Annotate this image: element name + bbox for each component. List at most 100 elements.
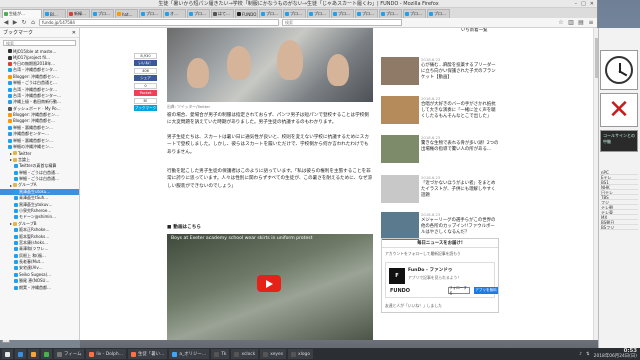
tab[interactable]: 新緑…	[67, 9, 90, 18]
folder-twisty-icon[interactable]: ▸	[10, 151, 12, 156]
like-button[interactable]: いいね！	[134, 60, 157, 66]
hatena-bookmark-button[interactable]: ブックマーク	[134, 105, 157, 111]
tab-favicon-icon	[117, 12, 121, 16]
share-button[interactable]: シェア	[134, 75, 157, 81]
tab-bar: 生徒が… Bl… 新緑… ブロ… hat… ブロ… オ… ブロ… はて… FUNDO… ブロ… ブロ……	[0, 8, 597, 18]
search-input[interactable]: 検索	[282, 19, 402, 26]
tab[interactable]: ブロ…	[307, 9, 330, 18]
article-paragraph-3: 行動を起こした男子生徒の保護者はこのように語っています。「私は彼らの権利を主張す…	[167, 169, 373, 189]
reload-icon[interactable]: ↻	[21, 19, 27, 26]
taskbar-clock[interactable]: 0:53 2018年06月24日(日)	[594, 348, 637, 359]
article-thumbnail[interactable]	[381, 96, 419, 124]
sidebar-title[interactable]: ブックマーク	[3, 29, 33, 36]
bookmark-item[interactable]: 朗実・沖縄首都…	[0, 284, 79, 290]
article-title[interactable]: メジャーリーグの選手らがこの世界の他の各所のカップイン!!ファウルボールはやさし…	[421, 218, 499, 236]
app-button[interactable]: アプリを無料	[474, 287, 498, 294]
tab[interactable]: FUNDO…	[235, 9, 258, 18]
play-button[interactable]	[257, 275, 281, 292]
tab[interactable]: ブロ…	[283, 9, 306, 18]
related-article[interactable]: 2018.6.23 心が痛む…麻酔を投薬するブリーダーに立ち向かい保護された子犬の…	[381, 53, 499, 93]
page-scrollbar[interactable]	[593, 28, 598, 340]
taskbar-item[interactable]: フィーム	[54, 349, 85, 359]
taskbar-item[interactable]	[2, 349, 13, 359]
minimize-icon[interactable]: –	[575, 1, 578, 7]
firefox-window: 生徒「暑いから短パン履きたい→学校「制服にかなうものがない→生徒「じゃあスカート…	[0, 0, 598, 340]
article-title[interactable]: 合唱が大好きのバーの手がさかれ抵抗して大きな演奏に「一緒に泣く声を聴くしたるもん…	[421, 102, 499, 120]
fundo-brand-name[interactable]: FunDo - ファンドゥ	[408, 267, 453, 273]
article-title[interactable]: 「近づかないほうがよい者」をまとめたイラストが、子供にも理解しやすく話題	[421, 181, 499, 199]
related-article[interactable]: 2018.6.23 「近づかないほうがよい者」をまとめたイラストが、子供にも理解し…	[381, 171, 499, 211]
taskbar-item[interactable]: xeyes	[260, 349, 287, 359]
article-thumbnail[interactable]	[381, 212, 419, 240]
folder-icon	[13, 157, 18, 162]
tab[interactable]: オ…	[163, 9, 186, 18]
close-icon[interactable]: ✕	[590, 1, 594, 7]
bookmark-favicon-icon	[14, 240, 18, 245]
folder-twisty-icon[interactable]: ▸	[10, 221, 12, 226]
taskbar-item[interactable]	[41, 349, 52, 359]
taskbar-item[interactable]: a_オリジー…	[169, 349, 210, 359]
tab[interactable]: はて…	[211, 9, 234, 18]
taskbar-item[interactable]: xlogo	[288, 349, 314, 359]
tab[interactable]: ブロ…	[259, 9, 282, 18]
youtube-video[interactable]: Boys at Exeter academy school wear skirt…	[167, 234, 373, 340]
back-icon[interactable]: ◀	[3, 19, 9, 26]
fundo-page-card[interactable]: F FunDo - ファンドゥ アプリで記事を見られるよう！ FUNDO フォロ…	[385, 262, 498, 298]
sidebar-search-input[interactable]: 検索	[3, 40, 76, 46]
close-sidebar-icon[interactable]: ✕	[72, 30, 76, 36]
sidebar-icon[interactable]: ▤	[578, 19, 584, 26]
article-title[interactable]: いち新着一覧	[461, 28, 499, 34]
maximize-icon[interactable]: □	[581, 1, 586, 7]
fundo-wordmark: FUNDO	[390, 288, 411, 294]
menu-icon[interactable]: ≡	[588, 19, 594, 26]
forward-icon[interactable]: ▶	[12, 19, 18, 26]
url-bar[interactable]: fundo.jp/147584	[39, 19, 279, 26]
taskbar-item[interactable]: liv - Dolph…	[86, 349, 127, 359]
article-thumbnail[interactable]	[381, 175, 419, 203]
taskbar-item[interactable]	[15, 349, 26, 359]
article-thumbnail[interactable]	[381, 57, 419, 85]
video-title[interactable]: Boys at Exeter academy school wear skirt…	[171, 236, 313, 241]
taskbar-item[interactable]	[28, 349, 39, 359]
tab[interactable]: ブロ…	[331, 9, 354, 18]
pocket-button[interactable]: Pocket	[134, 90, 157, 96]
tab[interactable]: ブロ…	[139, 9, 162, 18]
article-title[interactable]: 心が痛む…麻酔を投薬するブリーダーに立ち向かい保護された子犬のブランケット【動画…	[421, 63, 499, 81]
scrollbar-thumb[interactable]	[595, 38, 598, 78]
taskbar-item[interactable]: xclock	[231, 349, 259, 359]
channel-list[interactable]: nPC Eテレ BS1 NHK 日テレ TBS フジ テレ朝 テレ東 MX BS朝日 BSフジ	[600, 170, 638, 230]
volume-icon[interactable]: ♪	[579, 352, 582, 357]
folder-twisty-icon[interactable]: ▸	[10, 157, 12, 162]
tab[interactable]: 生徒が…	[2, 9, 42, 18]
folder-twisty-icon[interactable]: ▸	[10, 183, 12, 188]
tab-favicon-icon	[189, 12, 193, 16]
hatena-count: B!	[134, 98, 157, 104]
tv-gadget[interactable]: コールサインとの中継	[600, 130, 638, 152]
tab[interactable]: ブロ…	[403, 9, 426, 18]
tab-label: FUNDO…	[242, 11, 257, 17]
tab[interactable]: ブロ…	[91, 9, 114, 18]
bookmark-favicon-icon	[14, 177, 18, 181]
network-icon[interactable]: ⇅	[586, 352, 590, 357]
tab[interactable]: ブロ…	[187, 9, 210, 18]
tab[interactable]: ブロ…	[355, 9, 378, 18]
taskbar-item[interactable]: 生徒「暑い…	[128, 349, 168, 359]
tab[interactable]: ブロ…	[379, 9, 402, 18]
related-article[interactable]: 2018.6.23 合唱が大好きのバーの手がさかれ抵抗して大きな演奏に「一緒に泣く…	[381, 92, 499, 132]
taskbar-item[interactable]: Tk	[211, 349, 230, 359]
article-thumbnail[interactable]	[381, 135, 419, 163]
bookmark-label: 青澤蒼生tSuh…	[19, 195, 49, 201]
library-icon[interactable]: ▥	[568, 19, 574, 26]
title-bar[interactable]: 生徒「暑いから短パン履きたい→学校「制服にかなうものがない→生徒「じゃあスカート…	[0, 0, 597, 8]
search-placeholder: 検索	[285, 19, 293, 25]
follow-button[interactable]: フォローする	[448, 286, 470, 295]
bookmark-favicon-icon	[8, 61, 12, 66]
bookmark-star-icon[interactable]: ☆	[558, 19, 564, 26]
tab[interactable]: ブロ…	[427, 9, 450, 18]
channel-item[interactable]: BSフジ	[600, 225, 638, 230]
home-icon[interactable]: ⌂	[30, 19, 36, 26]
tab[interactable]: Bl…	[43, 9, 66, 18]
related-article[interactable]: 2018.6.23 驚きな生物で表れる骨が多い湖！2つの出場権の指導で驚い人の所が…	[381, 131, 499, 171]
article-title[interactable]: 驚きな生物で表れる骨が多い湖！2つの出場権の指導で驚い人の所がある…	[421, 141, 499, 153]
tab[interactable]: hat…	[115, 9, 138, 18]
